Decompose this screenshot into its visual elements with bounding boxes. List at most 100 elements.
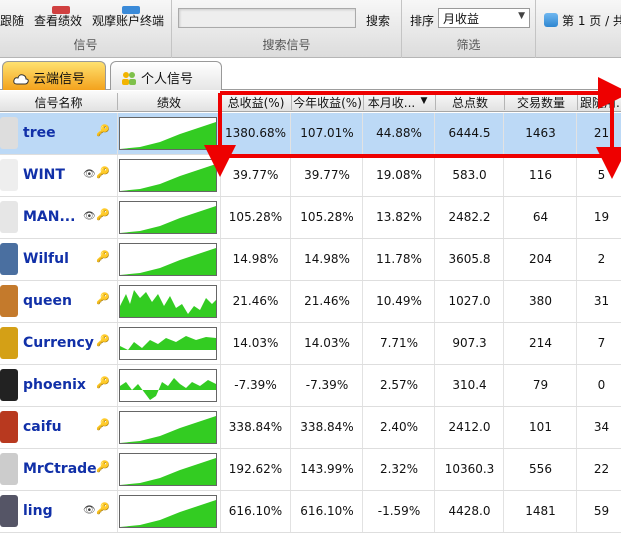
points-value: 907.3 [452, 336, 487, 350]
trades-cell: 79 [505, 365, 577, 406]
key-icon[interactable]: 🔑 [96, 418, 110, 431]
col-performance[interactable]: 绩效 [118, 94, 220, 111]
signal-name-link[interactable]: phoenix [23, 377, 86, 393]
signal-name-cell[interactable]: WINT 👁 🔑 [0, 155, 118, 196]
key-icon[interactable]: 🔑 [96, 376, 110, 389]
signal-name-cell[interactable]: phoenix 🔑 [0, 365, 118, 406]
total-value: 14.03% [232, 336, 279, 350]
followers-value: 2 [597, 252, 606, 266]
chevron-down-icon: ▼ [518, 11, 525, 21]
signal-name-link[interactable]: MrCtrade [23, 461, 97, 477]
signal-name-link[interactable]: WINT [23, 167, 65, 183]
followers-cell: 59 [578, 491, 621, 532]
table-row[interactable]: MAN... 👁 🔑 105.28% 105.28% 13.82% 2482.2… [0, 197, 621, 239]
eye-icon[interactable]: 👁 [83, 505, 96, 516]
page-indicator: 第 1 页 / 共 [544, 12, 621, 29]
avatar [0, 453, 18, 485]
sort-select[interactable]: 月收益 ▼ [438, 8, 530, 28]
total-value: 1380.68% [224, 126, 287, 140]
signal-name-link[interactable]: ling [23, 503, 53, 519]
tab-cloud-signals[interactable]: 云端信号 [2, 61, 106, 90]
table-header: 信号名称 绩效 总收益(%) 今年收益(%) 本月收... ▼ 总点数 交易数量… [0, 91, 621, 112]
col-signal-name[interactable]: 信号名称 [0, 94, 117, 111]
month-cell: 11.78% [364, 239, 435, 280]
signal-name-link[interactable]: Wilful [23, 251, 69, 267]
month-cell: 13.82% [364, 197, 435, 238]
signal-name-cell[interactable]: ling 👁 🔑 [0, 491, 118, 532]
signal-name-cell[interactable]: MAN... 👁 🔑 [0, 197, 118, 238]
signal-name-cell[interactable]: Currency 🔑 [0, 323, 118, 364]
year-cell: 39.77% [292, 155, 363, 196]
observe-terminal-button[interactable]: 观摩账户终端 [92, 6, 164, 29]
view-performance-button[interactable]: 查看绩效 [34, 6, 82, 29]
year-cell: 338.84% [292, 407, 363, 448]
col-trade-count[interactable]: 交易数量 [505, 94, 577, 111]
key-icon[interactable]: 🔑 [96, 502, 110, 515]
followers-cell: 19 [578, 197, 621, 238]
signal-name-cell[interactable]: Wilful 🔑 [0, 239, 118, 280]
cloud-icon [13, 74, 29, 85]
total-value: 338.84% [228, 420, 283, 434]
year-cell: 21.46% [292, 281, 363, 322]
points-value: 2412.0 [448, 420, 491, 434]
trades-cell: 64 [505, 197, 577, 238]
table-row[interactable]: caifu 🔑 338.84% 338.84% 2.40% 2412.0 101… [0, 407, 621, 449]
year-value: 14.98% [304, 252, 350, 266]
table-row[interactable]: MrCtrade 🔑 192.62% 143.99% 2.32% 10360.3… [0, 449, 621, 491]
eye-icon[interactable]: 👁 [83, 211, 96, 222]
search-input[interactable] [178, 8, 356, 28]
trades-value: 79 [532, 378, 549, 392]
avatar [0, 159, 18, 191]
key-icon[interactable]: 🔑 [96, 460, 110, 473]
col-followers[interactable]: 跟随用... [578, 94, 621, 111]
follow-button[interactable]: 跟随 [0, 12, 24, 29]
table-row[interactable]: tree 🔑 1380.68% 107.01% 44.88% 6444.5 14… [0, 113, 621, 155]
signal-name-link[interactable]: queen [23, 293, 72, 309]
trades-value: 101 [529, 420, 552, 434]
performance-sparkline [119, 495, 217, 528]
col-total-return[interactable]: 总收益(%) [221, 94, 291, 111]
ribbon-toolbar: 跟随 查看绩效 观摩账户终端 信号 搜索信号 搜索 筛选 排序 月收益 ▼ 第 … [0, 0, 621, 58]
month-value: 19.08% [376, 168, 422, 182]
month-value: 13.82% [376, 210, 422, 224]
total-value: 192.62% [228, 462, 283, 476]
signal-name-cell[interactable]: caifu 🔑 [0, 407, 118, 448]
search-button[interactable]: 搜索 [366, 12, 390, 29]
signal-name-link[interactable]: MAN... [23, 209, 75, 225]
table-row[interactable]: ling 👁 🔑 616.10% 616.10% -1.59% 4428.0 1… [0, 491, 621, 533]
eye-icon[interactable]: 👁 [83, 169, 96, 180]
table-row[interactable]: Currency 🔑 14.03% 14.03% 7.71% 907.3 214… [0, 323, 621, 365]
col-month-return[interactable]: 本月收... [364, 94, 419, 111]
page-icon [544, 13, 558, 27]
signal-name-cell[interactable]: MrCtrade 🔑 [0, 449, 118, 490]
signal-name-link[interactable]: tree [23, 125, 56, 141]
total-cell: 14.98% [221, 239, 291, 280]
col-total-points[interactable]: 总点数 [436, 94, 504, 111]
signal-name-cell[interactable]: queen 🔑 [0, 281, 118, 322]
followers-value: 21 [593, 126, 610, 140]
month-cell: 7.71% [364, 323, 435, 364]
points-value: 4428.0 [448, 504, 491, 518]
signal-name-link[interactable]: Currency [23, 335, 94, 351]
key-icon[interactable]: 🔑 [96, 208, 110, 221]
table-row[interactable]: phoenix 🔑 -7.39% -7.39% 2.57% 310.4 79 0 [0, 365, 621, 407]
performance-sparkline [119, 201, 217, 234]
trades-cell: 556 [505, 449, 577, 490]
key-icon[interactable]: 🔑 [96, 124, 110, 137]
col-year-return[interactable]: 今年收益(%) [292, 94, 363, 111]
table-row[interactable]: WINT 👁 🔑 39.77% 39.77% 19.08% 583.0 116 … [0, 155, 621, 197]
key-icon[interactable]: 🔑 [96, 166, 110, 179]
table-row[interactable]: queen 🔑 21.46% 21.46% 10.49% 1027.0 380 … [0, 281, 621, 323]
tab-personal-signals[interactable]: 个人信号 [110, 61, 222, 90]
signal-name-cell[interactable]: tree 🔑 [0, 113, 118, 154]
key-icon[interactable]: 🔑 [96, 250, 110, 263]
key-icon[interactable]: 🔑 [96, 334, 110, 347]
points-cell: 310.4 [436, 365, 504, 406]
month-value: 2.32% [379, 462, 419, 476]
search-group-label: 搜索信号 [262, 38, 311, 52]
signal-name-link[interactable]: caifu [23, 419, 62, 435]
key-icon[interactable]: 🔑 [96, 292, 110, 305]
table-row[interactable]: Wilful 🔑 14.98% 14.98% 11.78% 3605.8 204… [0, 239, 621, 281]
followers-value: 34 [593, 420, 610, 434]
year-value: 616.10% [300, 504, 354, 518]
